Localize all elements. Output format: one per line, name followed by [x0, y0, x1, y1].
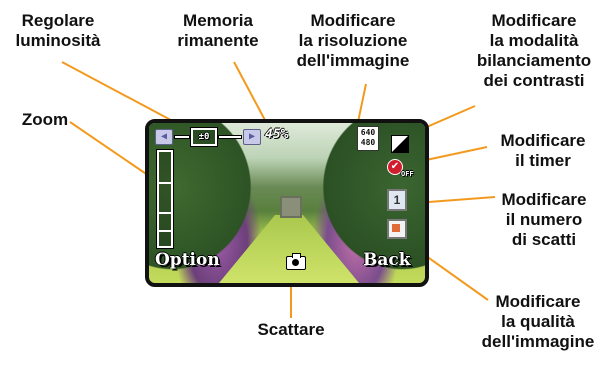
brightness-value: ±0	[191, 128, 217, 146]
zoom-tick	[159, 212, 171, 214]
callout-resolution: Modificare la risoluzione dell'immagine	[296, 11, 410, 70]
callout-shoot: Scattare	[257, 320, 325, 339]
brightness-increase-button[interactable]: ▶	[243, 129, 261, 145]
leader-memory	[233, 61, 267, 123]
camera-screen: ◀ ±0 ▶ 45% 640 480 ✔ OFF 1 Option Back	[145, 119, 429, 287]
callout-memory: Memoria rimanente	[177, 11, 259, 50]
zoom-tick	[159, 230, 171, 232]
timer-state: OFF	[401, 170, 414, 178]
leader-resolution	[357, 83, 367, 123]
zoom-tick	[159, 182, 171, 184]
callout-zoom: Zoom	[21, 110, 69, 129]
camera-shutter-icon[interactable]	[286, 253, 306, 270]
leader-brightness	[61, 61, 183, 127]
contrast-mode-icon[interactable]	[391, 135, 409, 153]
resolution-button[interactable]: 640 480	[357, 126, 379, 151]
callout-white-balance: Modificare la modalità bilanciamento dei…	[476, 11, 592, 90]
option-button[interactable]: Option	[155, 250, 220, 270]
callout-quality: Modificare la qualità dell'immagine	[481, 292, 595, 351]
garden-gate	[280, 196, 302, 218]
callout-brightness: Regolare luminosità	[15, 11, 101, 50]
brightness-decrease-button[interactable]: ◀	[155, 129, 173, 145]
back-button[interactable]: Back	[363, 250, 411, 270]
zoom-bar[interactable]	[157, 150, 173, 248]
brightness-bar-left	[175, 136, 189, 138]
brightness-bar-right	[219, 136, 241, 138]
resolution-height: 480	[360, 138, 376, 147]
callout-shots: Modificare il numero di scatti	[501, 190, 587, 249]
memory-remaining: 45%	[265, 127, 289, 142]
image-quality-icon[interactable]	[387, 219, 407, 239]
resolution-width: 640	[360, 128, 376, 137]
callout-timer: Modificare il timer	[500, 131, 586, 170]
shots-count-icon[interactable]: 1	[387, 189, 407, 211]
